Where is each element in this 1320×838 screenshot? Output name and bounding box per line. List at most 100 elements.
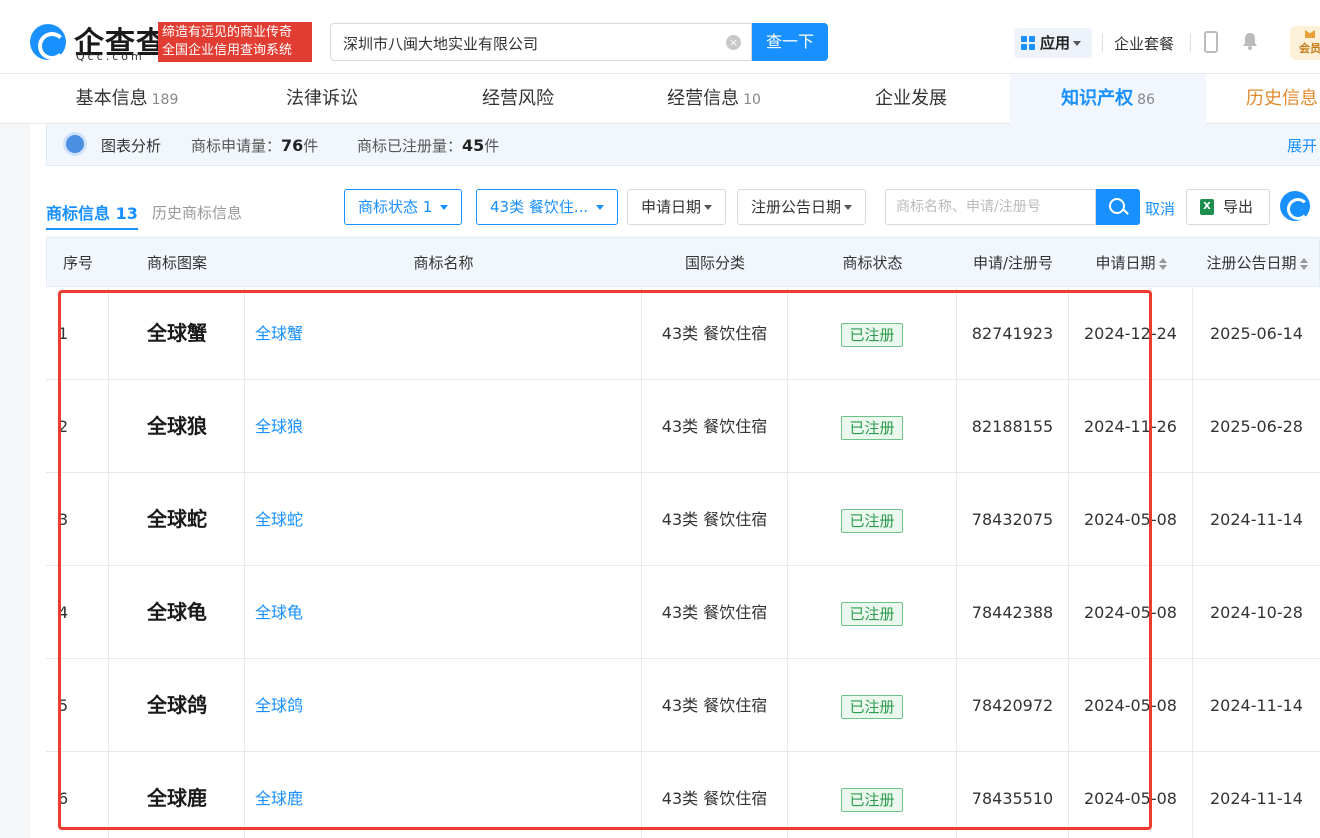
subtab-history-trademark[interactable]: 历史商标信息 [152, 202, 242, 223]
tab-business[interactable]: 经营信息 10 [616, 74, 812, 124]
row-number: 1 [58, 324, 69, 343]
trademark-reg-no-cell: 82188155 [956, 380, 1068, 473]
clear-icon[interactable]: × [726, 35, 741, 50]
status-badge: 已注册 [841, 787, 903, 812]
trademark-apply-date-cell: 2024-12-24 [1068, 287, 1192, 380]
vip-icon[interactable]: 会员 [1290, 26, 1320, 60]
notice-date-filter-dropdown[interactable]: 注册公告日期 [737, 189, 867, 225]
tab-label: 法律诉讼 [286, 88, 358, 109]
column-header-notice-date[interactable]: 注册公告日期 [1193, 238, 1320, 288]
category-filter-dropdown[interactable]: 43类 餐饮住... [476, 189, 618, 225]
status-badge: 已注册 [841, 694, 903, 719]
status-filter-dropdown[interactable]: 商标状态 1 [344, 189, 463, 225]
trademark-reg-no: 82188155 [971, 417, 1054, 436]
trademark-notice-date-cell: 2024-11-14 [1192, 473, 1320, 566]
trademark-status-cell: 已注册 [787, 659, 956, 752]
registered-count-unit: 件 [484, 137, 500, 155]
trademark-logo: 全球鸽 [147, 693, 207, 717]
trademark-apply-date-cell: 2024-05-08 [1068, 473, 1192, 566]
table-row: 2 全球狼 全球狼 43类 餐饮住宿 已注册 82188155 2024-11-26 2025… [46, 380, 1320, 473]
trademark-logo: 全球狼 [147, 414, 207, 438]
qcc-logo-icon[interactable] [1280, 191, 1310, 221]
chart-analysis-link[interactable]: 图表分析 [101, 135, 161, 156]
trademark-name-link[interactable]: 全球狼 [255, 417, 303, 436]
trademark-apply-date-cell: 2024-05-08 [1068, 566, 1192, 659]
category-filter-label: 43类 餐饮住... [490, 198, 589, 216]
apply-count-value: 76 [281, 136, 304, 155]
tab-count: 86 [1137, 92, 1155, 108]
column-header-apply-date[interactable]: 申请日期 [1069, 238, 1193, 288]
divider [1190, 34, 1191, 52]
subtab-trademark-info[interactable]: 商标信息 13 [46, 200, 138, 230]
trademark-notice-date: 2024-11-14 [1210, 789, 1303, 808]
enterprise-package-link[interactable]: 企业套餐 [1114, 33, 1174, 54]
tab-count: 189 [151, 92, 179, 108]
trademark-logo: 全球蟹 [147, 321, 207, 345]
trademark-name-link[interactable]: 全球鸽 [255, 696, 303, 715]
trademark-status-cell: 已注册 [787, 752, 956, 838]
table-row: 6 全球鹿 全球鹿 43类 餐饮住宿 已注册 78435510 2024-05-08 2024… [46, 752, 1320, 838]
table-row: 5 全球鸽 全球鸽 43类 餐饮住宿 已注册 78420972 2024-05-08 2024… [46, 659, 1320, 752]
apply-date-filter-label: 申请日期 [641, 198, 702, 216]
app-menu-button[interactable]: 应用 [1014, 28, 1092, 58]
trademark-reg-no: 82741923 [971, 324, 1054, 343]
table-header: 序号 商标图案 商标名称 国际分类 商标状态 申请/注册号 申请日期 注册公告日… [46, 237, 1320, 287]
search-button[interactable]: 查一下 [752, 23, 828, 61]
trademark-apply-date-cell: 2024-05-08 [1068, 659, 1192, 752]
column-header-status: 商标状态 [842, 254, 903, 272]
tab-label: 经营风险 [482, 88, 554, 109]
trademark-logo-cell: 全球狼 [108, 380, 244, 473]
tab-ip[interactable]: 知识产权 86 [1010, 74, 1206, 124]
tab-history[interactable]: 历史信息 [1206, 74, 1320, 124]
content-card: 图表分析 商标申请量：76件 商标已注册量：45件 展开 商标信息 13 历史商… [30, 124, 1320, 838]
tab-risk[interactable]: 经营风险 [420, 74, 616, 124]
tab-basic-info[interactable]: 基本信息 189 [30, 74, 224, 124]
export-button[interactable]: X 导出 [1186, 189, 1270, 225]
trademark-name-link[interactable]: 全球蟹 [255, 324, 303, 343]
row-number: 4 [58, 603, 69, 622]
apply-count: 商标申请量：76件 [191, 135, 318, 156]
apply-date-filter-dropdown[interactable]: 申请日期 [627, 189, 727, 225]
subtab-label: 商标信息 [46, 204, 111, 223]
tab-development[interactable]: 企业发展 [812, 74, 1010, 124]
trademark-notice-date: 2024-11-14 [1210, 510, 1303, 529]
trademark-name-link-cell: 全球鹿 [244, 752, 641, 838]
trademark-name-link-cell: 全球鸽 [244, 659, 641, 752]
cancel-link[interactable]: 取消 [1145, 198, 1175, 219]
trademark-name-link[interactable]: 全球龟 [255, 603, 303, 622]
trademark-class-cell: 43类 餐饮住宿 [641, 566, 787, 659]
trademark-name-link[interactable]: 全球鹿 [255, 789, 303, 808]
row-number-cell: 3 [46, 473, 108, 566]
apply-count-label: 商标申请量： [191, 137, 282, 155]
expand-link[interactable]: 展开 [1287, 135, 1317, 156]
tab-count: 10 [743, 92, 761, 108]
status-badge: 已注册 [841, 508, 903, 533]
chevron-down-icon [704, 205, 713, 210]
trademark-search-input[interactable]: 商标名称、申请/注册号 [885, 189, 1096, 225]
trademark-apply-date: 2024-05-08 [1084, 603, 1177, 622]
subtab-count: 13 [115, 204, 138, 223]
column-header-no: 序号 [62, 254, 93, 272]
trademark-apply-date: 2024-05-08 [1084, 789, 1177, 808]
column-header-name: 商标名称 [413, 254, 474, 272]
export-label: 导出 [1223, 198, 1254, 216]
chevron-down-icon [440, 205, 449, 210]
tab-legal[interactable]: 法律诉讼 [224, 74, 420, 124]
trademark-class: 43类 餐饮住宿 [661, 603, 768, 622]
row-number: 3 [58, 510, 69, 529]
trademark-name-link[interactable]: 全球蛇 [255, 510, 303, 529]
phone-icon[interactable] [1204, 31, 1218, 53]
tab-label: 历史信息 [1246, 88, 1318, 109]
bell-icon[interactable] [1240, 31, 1260, 51]
registered-count: 商标已注册量：45件 [357, 135, 499, 156]
registered-count-label: 商标已注册量： [357, 137, 463, 155]
tab-label: 基本信息 [75, 88, 148, 109]
trademark-name-link-cell: 全球龟 [244, 566, 641, 659]
trademark-apply-date: 2024-12-24 [1084, 324, 1177, 343]
trademark-notice-date: 2025-06-28 [1210, 417, 1303, 436]
search-icon[interactable] [1096, 189, 1140, 225]
table-row: 3 全球蛇 全球蛇 43类 餐饮住宿 已注册 78432075 2024-05-08 2024… [46, 473, 1320, 566]
qcc-logo-icon[interactable] [30, 24, 66, 60]
company-search-input[interactable]: 深圳市八闽大地实业有限公司 × [330, 23, 752, 61]
logo-subtext: Qcc.com [76, 50, 145, 63]
